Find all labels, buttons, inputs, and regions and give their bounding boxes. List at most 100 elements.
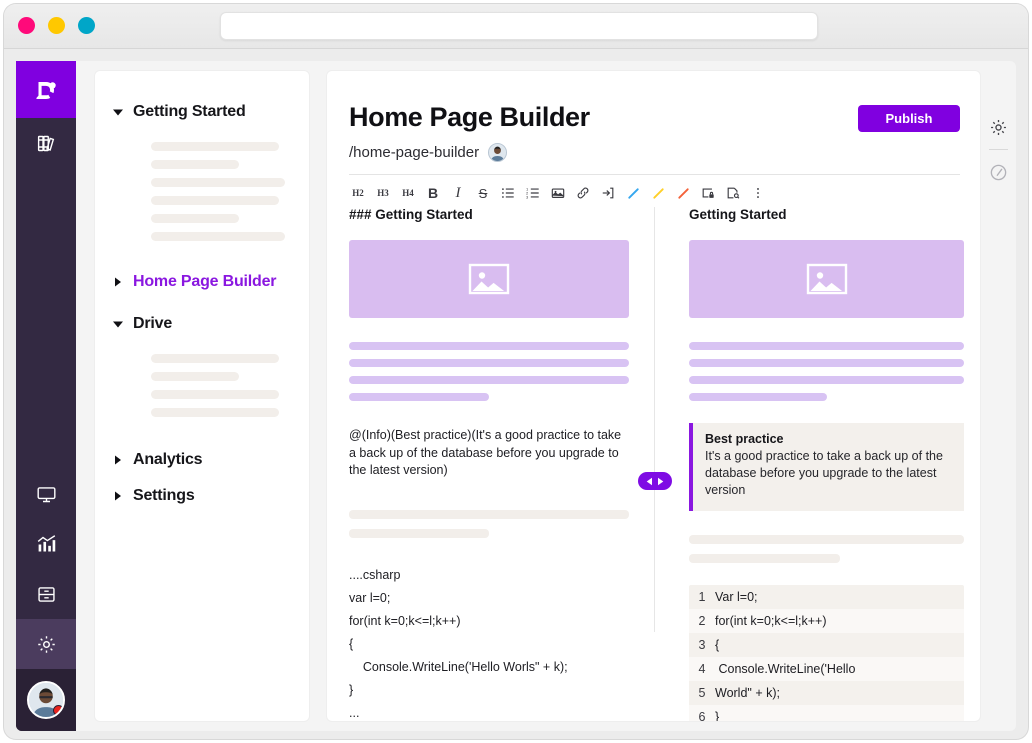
title-bar bbox=[4, 4, 1028, 49]
caret-right-icon bbox=[113, 490, 123, 502]
callout-body: It's a good practice to take a back up o… bbox=[705, 448, 953, 499]
more-options-button[interactable] bbox=[747, 182, 769, 204]
skeleton-line bbox=[349, 529, 489, 538]
tree-section-label: Settings bbox=[133, 487, 195, 505]
chevron-left-icon bbox=[646, 477, 653, 486]
italic-glyph: I bbox=[456, 185, 461, 202]
traffic-lights bbox=[18, 17, 95, 34]
page-slug[interactable]: /home-page-builder bbox=[349, 144, 479, 161]
preview-doc-button[interactable] bbox=[722, 182, 744, 204]
tree-section-label: Analytics bbox=[133, 451, 202, 469]
insert-image-button[interactable] bbox=[547, 182, 569, 204]
skeleton-line bbox=[151, 408, 279, 417]
sidebar-item-monitor[interactable] bbox=[16, 469, 76, 519]
code-text: for(int k=0;k<=l;k++) bbox=[715, 614, 827, 628]
author-avatar[interactable] bbox=[488, 143, 507, 162]
preview-code-block: 1 Var l=0; 2 for(int k=0;k<=l;k++) 3 { bbox=[689, 585, 964, 722]
minimize-button[interactable] bbox=[48, 17, 65, 34]
skeleton-line bbox=[349, 359, 629, 367]
caret-right-icon bbox=[113, 276, 123, 288]
heading-3-button[interactable]: H3 bbox=[372, 182, 394, 204]
browser-window: Getting Started Home Page Builder Drive bbox=[4, 4, 1028, 739]
sidebar-item-library[interactable] bbox=[16, 118, 76, 168]
source-skeleton-lines bbox=[349, 510, 629, 538]
code-row: 5 World" + k); bbox=[689, 681, 964, 705]
bulleted-list-button[interactable] bbox=[497, 182, 519, 204]
tree-section-label: Drive bbox=[133, 315, 172, 333]
svg-text:3: 3 bbox=[526, 194, 529, 199]
editor-panel: Home Page Builder /home-page-builder Pub… bbox=[326, 70, 981, 722]
caret-down-icon bbox=[113, 106, 123, 118]
insert-link-button[interactable] bbox=[572, 182, 594, 204]
numbered-list-button[interactable]: 123 bbox=[522, 182, 544, 204]
tree-section-home-page-builder[interactable]: Home Page Builder bbox=[95, 267, 309, 297]
sidebar-item-analytics[interactable] bbox=[16, 519, 76, 569]
version-history-button[interactable] bbox=[981, 150, 1016, 194]
close-button[interactable] bbox=[18, 17, 35, 34]
highlight-yellow-button[interactable] bbox=[647, 182, 669, 204]
skeleton-line bbox=[689, 554, 840, 563]
bold-button[interactable]: B bbox=[422, 182, 444, 204]
tree-section-analytics[interactable]: Analytics bbox=[95, 445, 309, 475]
heading-4-button[interactable]: H4 bbox=[397, 182, 419, 204]
insert-embed-button[interactable] bbox=[597, 182, 619, 204]
tree-section-label: Getting Started bbox=[133, 103, 246, 121]
best-practice-callout: Best practice It's a good practice to ta… bbox=[689, 423, 964, 511]
highlight-red-button[interactable] bbox=[672, 182, 694, 204]
code-line: ....csharp bbox=[349, 564, 629, 587]
skeleton-line bbox=[349, 342, 629, 350]
history-icon bbox=[989, 163, 1008, 182]
skeleton-line bbox=[151, 232, 285, 241]
strikethrough-glyph: S bbox=[479, 186, 488, 201]
source-code-block: ....csharp var l=0; for(int k=0;k<=l;k++… bbox=[349, 564, 629, 723]
sidebar-item-settings[interactable] bbox=[16, 619, 76, 669]
highlight-blue-button[interactable] bbox=[622, 182, 644, 204]
line-number: 3 bbox=[689, 638, 715, 652]
line-number: 1 bbox=[689, 590, 715, 604]
code-line: for(int k=0;k<=l;k++) bbox=[349, 610, 629, 633]
bold-glyph: B bbox=[428, 185, 438, 201]
strikethrough-button[interactable]: S bbox=[472, 182, 494, 204]
skeleton-line bbox=[689, 393, 827, 401]
code-text: Console.WriteLine('Hello bbox=[715, 662, 855, 676]
code-text: Var l=0; bbox=[715, 590, 758, 604]
sidebar-item-storage[interactable] bbox=[16, 569, 76, 619]
right-tool-rail bbox=[981, 61, 1016, 731]
italic-button[interactable]: I bbox=[447, 182, 469, 204]
zoom-button[interactable] bbox=[78, 17, 95, 34]
navigation-tree: Getting Started Home Page Builder Drive bbox=[94, 70, 310, 722]
markdown-source-pane[interactable]: ### Getting Started @(I bbox=[349, 207, 629, 722]
tree-section-settings[interactable]: Settings bbox=[95, 481, 309, 511]
line-number: 5 bbox=[689, 686, 715, 700]
code-text: { bbox=[715, 638, 719, 652]
tree-skeleton-group bbox=[95, 339, 309, 427]
split-panes: ### Getting Started @(I bbox=[327, 207, 981, 722]
avatar[interactable] bbox=[27, 681, 65, 719]
publish-button[interactable]: Publish bbox=[858, 105, 960, 132]
left-icon-rail bbox=[16, 61, 76, 731]
heading-2-button[interactable]: H2 bbox=[347, 182, 369, 204]
tree-section-drive[interactable]: Drive bbox=[95, 309, 309, 339]
tree-section-getting-started[interactable]: Getting Started bbox=[95, 97, 309, 127]
app-logo[interactable] bbox=[16, 61, 76, 118]
skeleton-line bbox=[349, 510, 629, 519]
skeleton-line bbox=[151, 354, 279, 363]
user-avatar-container[interactable] bbox=[16, 669, 76, 731]
page-title: Home Page Builder bbox=[349, 102, 590, 133]
page-settings-button[interactable] bbox=[981, 105, 1016, 149]
tree-skeleton-group bbox=[95, 127, 309, 251]
code-line: } bbox=[349, 679, 629, 702]
code-row: 2 for(int k=0;k<=l;k++) bbox=[689, 609, 964, 633]
code-row: 1 Var l=0; bbox=[689, 585, 964, 609]
skeleton-line bbox=[349, 393, 489, 401]
locked-block-button[interactable] bbox=[697, 182, 719, 204]
caret-right-icon bbox=[113, 454, 123, 466]
caret-down-icon bbox=[113, 318, 123, 330]
source-paragraph: @(Info)(Best practice)(It's a good pract… bbox=[349, 427, 629, 480]
formatting-toolbar: H2 H3 H4 B I S 123 bbox=[347, 182, 772, 204]
skeleton-line bbox=[689, 376, 964, 384]
preview-skeleton-lines bbox=[689, 535, 964, 563]
address-bar[interactable] bbox=[220, 12, 818, 40]
pane-splitter-handle[interactable] bbox=[638, 472, 672, 490]
gear-icon bbox=[989, 118, 1008, 137]
